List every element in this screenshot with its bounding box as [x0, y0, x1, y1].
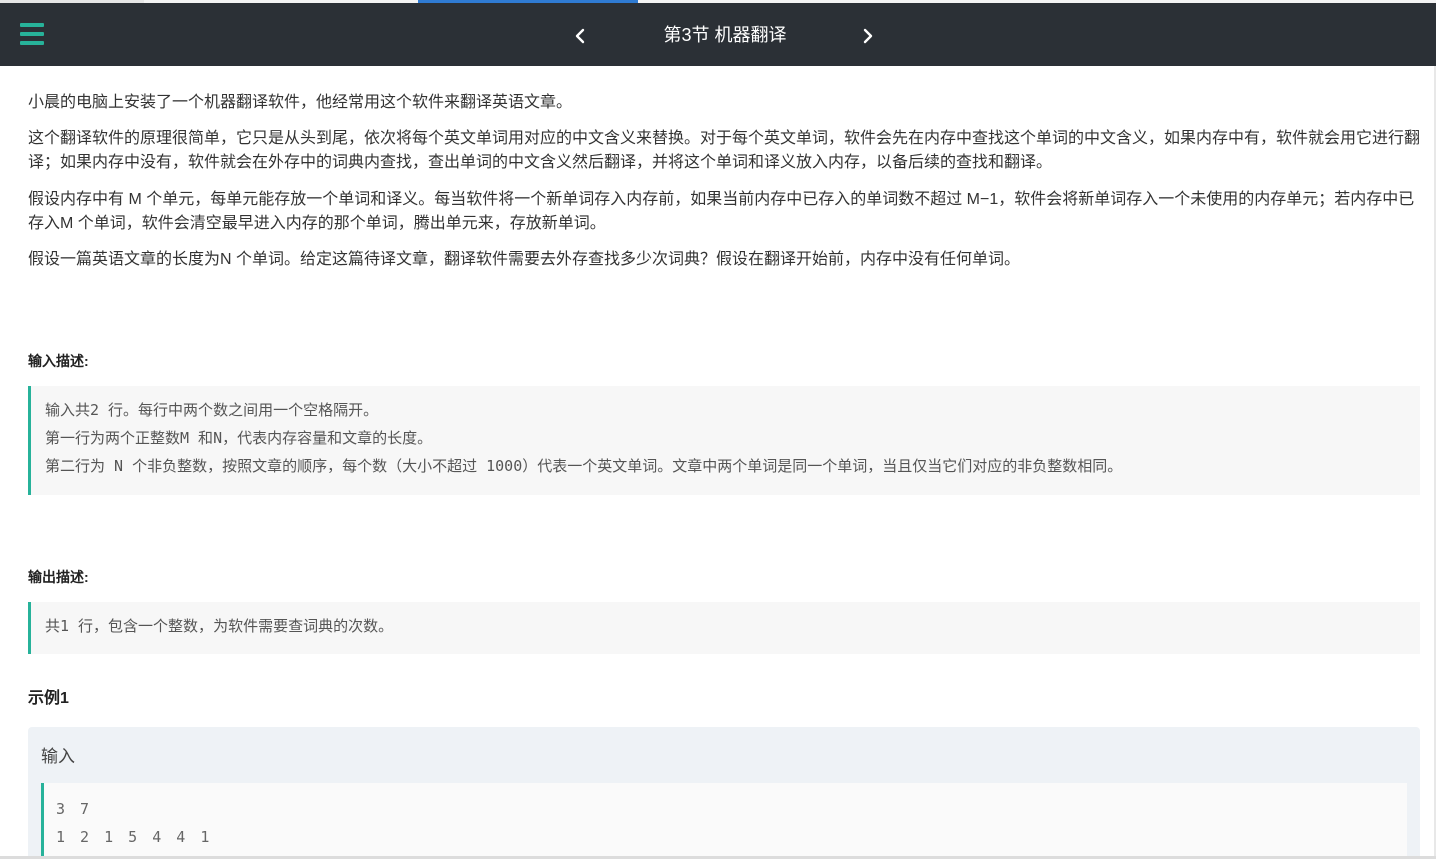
- hamburger-menu-icon: [20, 23, 44, 27]
- menu-button[interactable]: [20, 23, 44, 45]
- chevron-right-icon: [863, 28, 873, 44]
- input-description-line: 输入共2 行。每行中两个数之间用一个空格隔开。: [45, 401, 379, 419]
- example-input-line: 3 7: [56, 800, 93, 818]
- output-description-line: 共1 行，包含一个整数，为软件需要查词典的次数。: [45, 617, 394, 635]
- previous-section-button[interactable]: [569, 23, 591, 49]
- example-panel: 输入 3 7 1 2 1 5 4 4 1: [28, 727, 1420, 859]
- next-section-button[interactable]: [857, 23, 879, 49]
- chevron-left-icon: [575, 28, 585, 44]
- example-title: 示例1: [28, 690, 69, 707]
- problem-paragraph: 假设一篇英语文章的长度为N 个单词。给定这篇待译文章，翻译软件需要去外存查找多少…: [28, 251, 1021, 268]
- hamburger-menu-icon: [20, 41, 44, 45]
- example-input-line: 1 2 1 5 4 4 1: [56, 828, 213, 846]
- example-input-label: 输入: [41, 747, 75, 766]
- input-description-line: 第二行为 N 个非负整数，按照文章的顺序，每个数（大小不超过 1000）代表一个…: [45, 457, 1123, 475]
- top-navigation-bar: 第3节 机器翻译: [0, 3, 1436, 66]
- input-description-title: 输入描述:: [28, 353, 89, 369]
- hamburger-menu-icon: [20, 32, 44, 36]
- problem-paragraph: 这个翻译软件的原理很简单，它只是从头到尾，依次将每个英文单词用对应的中文含义来替…: [28, 130, 1421, 171]
- example-input-code[interactable]: 3 7 1 2 1 5 4 4 1: [41, 783, 1407, 859]
- input-description-block: 输入共2 行。每行中两个数之间用一个空格隔开。 第一行为两个正整数M 和N，代表…: [28, 386, 1420, 495]
- output-description-title: 输出描述:: [28, 569, 89, 585]
- page-title: 第3节 机器翻译: [663, 25, 787, 45]
- output-description-block: 共1 行，包含一个整数，为软件需要查词典的次数。: [28, 602, 1420, 654]
- problem-paragraph: 小晨的电脑上安装了一个机器翻译软件，他经常用这个软件来翻译英语文章。: [28, 94, 573, 111]
- page: 第3节 机器翻译 小晨的电脑上安装了一个机器翻译软件，他经常用这个软件来翻译英语…: [0, 0, 1436, 859]
- problem-paragraph: 假设内存中有 M 个单元，每单元能存放一个单词和译义。每当软件将一个新单词存入内…: [28, 191, 1415, 232]
- input-description-line: 第一行为两个正整数M 和N，代表内存容量和文章的长度。: [45, 429, 433, 447]
